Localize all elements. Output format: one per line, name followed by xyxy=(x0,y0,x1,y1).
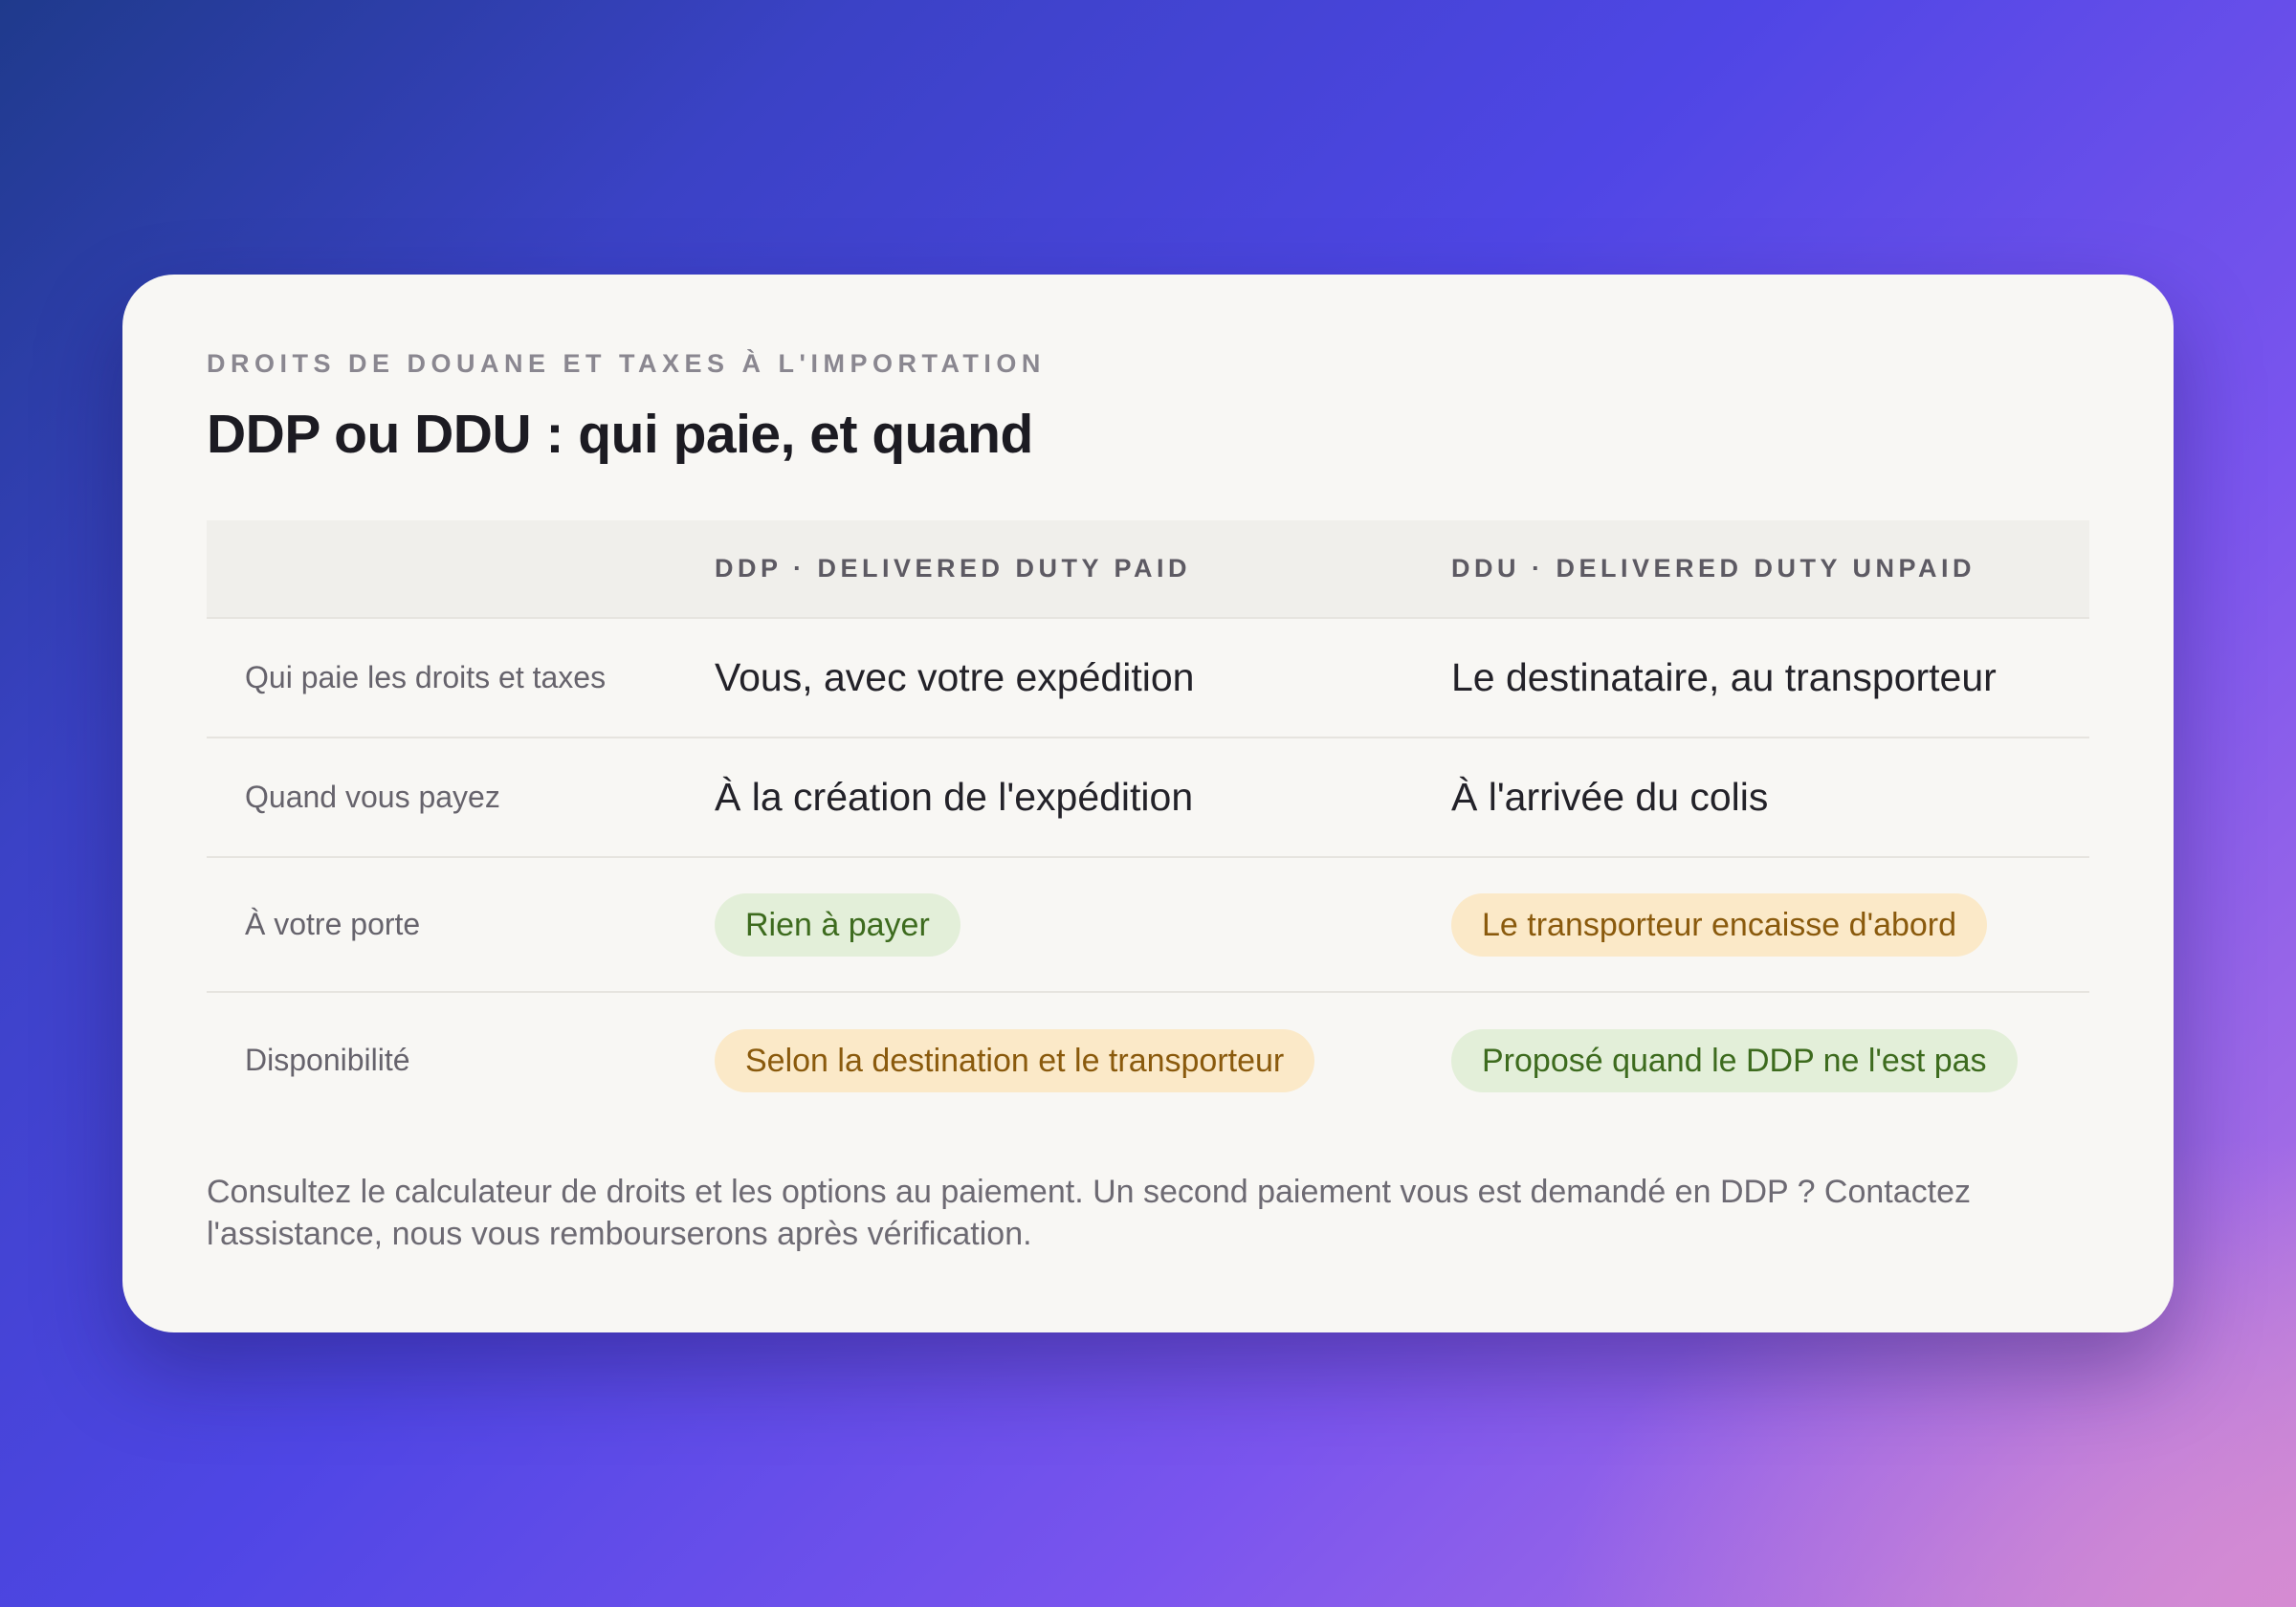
table-row: Quand vous payez À la création de l'expé… xyxy=(207,738,2089,858)
table-row: À votre porte Rien à payer Le transporte… xyxy=(207,858,2089,993)
ddp-cell: Rien à payer xyxy=(715,858,960,991)
row-label: Quand vous payez xyxy=(245,780,500,814)
ddu-cell: À l'arrivée du colis xyxy=(1451,775,1769,819)
table-row: Disponibilité Selon la destination et le… xyxy=(207,993,2089,1128)
column-header-ddp: DDP · DELIVERED DUTY PAID xyxy=(715,554,1192,583)
row-label: À votre porte xyxy=(245,907,421,941)
table-row: Qui paie les droits et taxes Vous, avec … xyxy=(207,619,2089,738)
ddu-cell: Le destinataire, au transporteur xyxy=(1451,655,1997,699)
ddu-cell: Proposé quand le DDP ne l'est pas xyxy=(1451,993,2018,1128)
comparison-table: DDP · DELIVERED DUTY PAID DDU · DELIVERE… xyxy=(207,520,2089,1128)
ddp-cell: Vous, avec votre expédition xyxy=(715,655,1195,699)
status-badge-amber: Selon la destination et le transporteur xyxy=(715,1028,1315,1092)
status-badge-green: Rien à payer xyxy=(715,892,960,957)
table-header-row: DDP · DELIVERED DUTY PAID DDU · DELIVERE… xyxy=(207,520,2089,619)
ddp-ddu-card: DROITS DE DOUANE ET TAXES À L'IMPORTATIO… xyxy=(122,275,2174,1332)
row-label: Qui paie les droits et taxes xyxy=(245,660,607,694)
footer-note: Consultez le calculateur de droits et le… xyxy=(207,1174,1972,1252)
column-header-ddu: DDU · DELIVERED DUTY UNPAID xyxy=(1451,554,1976,583)
card-title: DDP ou DDU : qui paie, et quand xyxy=(207,404,1033,465)
ddu-cell: Le transporteur encaisse d'abord xyxy=(1451,858,1988,991)
status-badge-amber: Le transporteur encaisse d'abord xyxy=(1451,892,1988,957)
ddp-cell: Selon la destination et le transporteur xyxy=(715,993,1315,1128)
status-badge-green: Proposé quand le DDP ne l'est pas xyxy=(1451,1028,2018,1092)
row-label: Disponibilité xyxy=(245,1043,410,1077)
ddp-cell: À la création de l'expédition xyxy=(715,775,1194,819)
section-eyebrow: DROITS DE DOUANE ET TAXES À L'IMPORTATIO… xyxy=(207,349,1046,378)
